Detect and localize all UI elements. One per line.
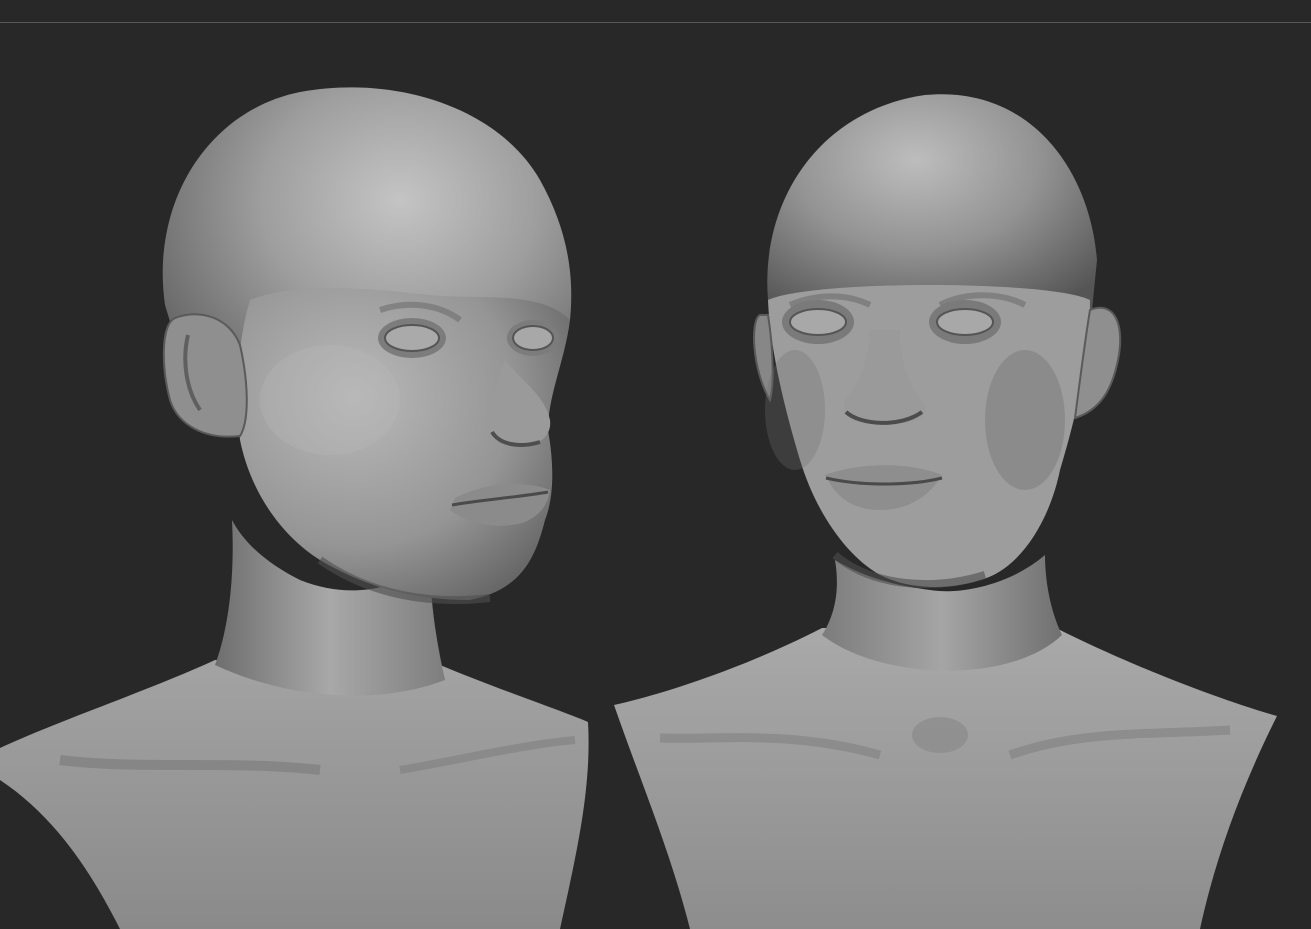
- sculpt-viewport[interactable]: [0, 0, 1311, 929]
- right-model-chest: [614, 628, 1277, 929]
- sculpt-model-three-quarter[interactable]: [0, 87, 589, 929]
- left-model-ear: [162, 313, 248, 438]
- right-model-eye-left: [782, 300, 854, 344]
- viewport-canvas[interactable]: [0, 0, 1311, 929]
- left-model-eye-right: [507, 320, 559, 356]
- left-model-chest: [0, 660, 589, 929]
- right-model-eye-right: [929, 300, 1001, 344]
- left-model-eye-left: [378, 318, 446, 358]
- sculpt-model-front[interactable]: [614, 94, 1277, 929]
